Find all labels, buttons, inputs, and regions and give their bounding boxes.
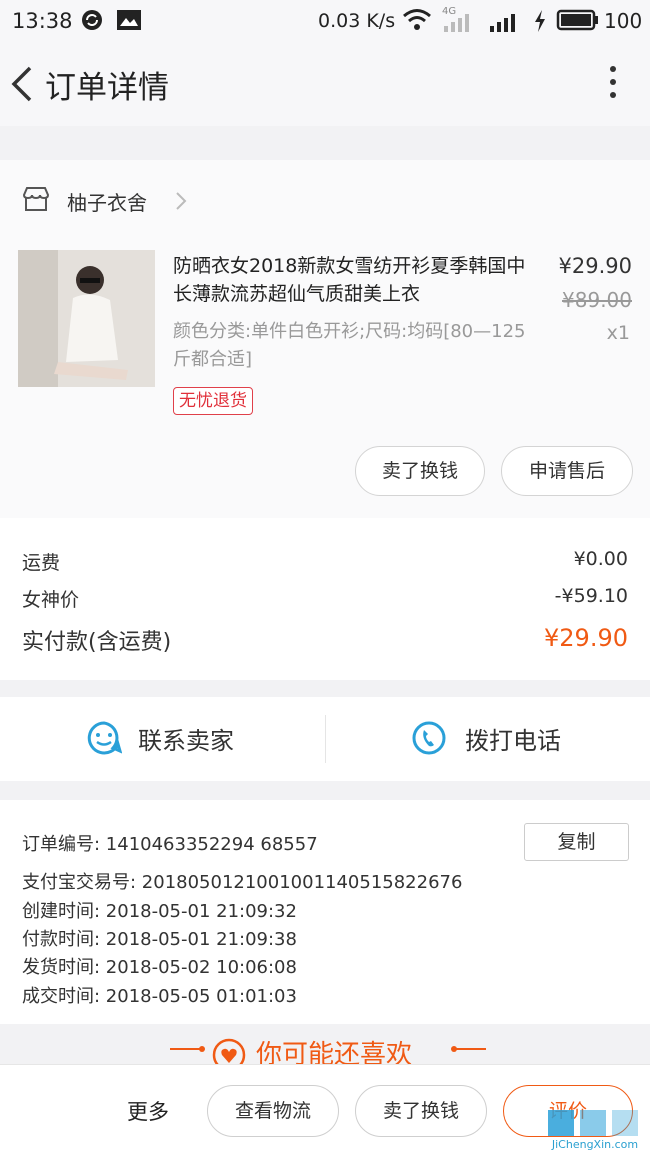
after-sales-button[interactable]: 申请售后: [501, 446, 633, 496]
more-button[interactable]: [606, 66, 620, 102]
return-guarantee-badge: 无忧退货: [173, 387, 253, 415]
status-bar: 13:38 0.03 K/s 4G 100: [0, 0, 650, 42]
copy-button[interactable]: 复制: [524, 823, 629, 861]
back-button[interactable]: [6, 62, 40, 106]
watermark-logo: [548, 1110, 638, 1136]
signal-icon: [490, 14, 515, 32]
phone-icon: [412, 721, 446, 755]
shipped-time: 发货时间: 2018-05-02 10:06:08: [22, 957, 297, 978]
chat-icon: [87, 721, 122, 755]
shipping-value: ¥0.00: [573, 548, 628, 570]
battery-icon: [556, 9, 598, 31]
recommend-header: 你可能还喜欢: [0, 1024, 650, 1064]
more-vertical-icon: [610, 66, 616, 72]
nav-bar: 订单详情: [0, 42, 650, 126]
right-ornament: [451, 1046, 486, 1052]
paid-time: 付款时间: 2018-05-01 21:09:38: [22, 929, 297, 950]
contact-seller-label: 联系卖家: [138, 727, 234, 755]
total-label: 实付款(含运费): [22, 630, 172, 655]
fee-summary: 运费 ¥0.00 女神价 -¥59.10 实付款(含运费) ¥29.90: [0, 518, 650, 680]
contact-bar: 联系卖家 拨打电话: [0, 697, 650, 781]
discount-row: 女神价 -¥59.10: [22, 585, 628, 612]
product-original-price: ¥89.00: [562, 288, 632, 312]
chevron-left-icon: [11, 66, 32, 102]
order-info: 订单编号: 1410463352294 68557 复制 支付宝交易号: 201…: [0, 800, 650, 1024]
status-time: 13:38: [12, 9, 73, 33]
product-quantity: x1: [606, 322, 630, 344]
discount-label: 女神价: [22, 589, 80, 611]
store-icon: [22, 187, 50, 211]
discount-value: -¥59.10: [554, 585, 628, 607]
call-button[interactable]: 拨打电话: [325, 697, 650, 781]
wifi-icon: [403, 9, 431, 30]
shipping-row: 运费 ¥0.00: [22, 548, 628, 575]
completed-time: 成交时间: 2018-05-05 01:01:03: [22, 986, 297, 1007]
sync-icon: [82, 10, 102, 30]
shop-name: 柚子衣舍: [67, 191, 147, 215]
product-thumbnail[interactable]: [18, 250, 155, 387]
battery-level: 100: [604, 9, 643, 33]
view-logistics-button[interactable]: 查看物流: [207, 1085, 339, 1137]
sell-again-button[interactable]: 卖了换钱: [355, 1085, 487, 1137]
network-speed: 0.03 K/s: [318, 10, 396, 32]
charging-icon: [535, 10, 545, 32]
product-image: [18, 250, 155, 387]
recommend-title: 你可能还喜欢: [256, 1040, 413, 1064]
product-title[interactable]: 防晒衣女2018新款女雪纺开衫夏季韩国中长薄款流苏超仙气质甜美上衣: [173, 252, 535, 308]
order-number: 订单编号: 1410463352294 68557: [22, 834, 318, 855]
site-watermark: JiChengXin.com: [540, 1108, 650, 1155]
total-row: 实付款(含运费) ¥29.90: [22, 624, 628, 656]
shipping-label: 运费: [22, 552, 61, 574]
chevron-right-icon: [176, 192, 187, 210]
total-value: ¥29.90: [544, 624, 628, 652]
image-icon: [117, 10, 141, 30]
product-item: 防晒衣女2018新款女雪纺开衫夏季韩国中长薄款流苏超仙气质甜美上衣 颜色分类:单…: [0, 240, 650, 518]
heart-icon: [212, 1038, 246, 1064]
alipay-trade-number: 支付宝交易号: 2018050121001001140515822676: [22, 872, 463, 893]
sell-button[interactable]: 卖了换钱: [355, 446, 485, 496]
product-price: ¥29.90: [558, 254, 632, 278]
call-label: 拨打电话: [465, 727, 561, 755]
created-time: 创建时间: 2018-05-01 21:09:32: [22, 901, 297, 922]
shop-row[interactable]: 柚子衣舍: [0, 160, 650, 240]
watermark-text: JiChengXin.com: [551, 1138, 639, 1151]
product-sku: 颜色分类:单件白色开衫;尺码:均码[80—125斤都合适]: [173, 321, 526, 370]
more-actions-button[interactable]: 更多: [127, 1096, 169, 1126]
left-ornament: [170, 1046, 205, 1052]
signal-icon: [444, 14, 469, 32]
page-title: 订单详情: [45, 70, 169, 106]
contact-seller-button[interactable]: 联系卖家: [0, 697, 325, 781]
